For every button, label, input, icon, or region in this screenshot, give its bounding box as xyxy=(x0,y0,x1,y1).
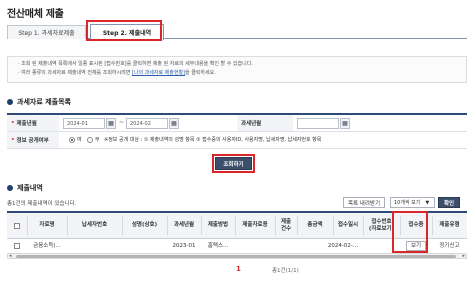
privacy-no-label: 부 xyxy=(95,137,100,143)
page-title: 전산매체 제출 xyxy=(7,9,64,20)
cell-type: 정기신고 xyxy=(439,242,460,249)
cell-count xyxy=(275,239,297,253)
header-method: 제출방법 xyxy=(207,222,229,228)
search-section-label: 과세자료 제출목록 xyxy=(17,98,71,106)
header-tax-period: 과세년월 xyxy=(173,222,195,228)
page-size-select[interactable]: 10개씩 보기 ▼ xyxy=(390,197,435,208)
horizontal-scrollbar[interactable]: ◂ ▸ xyxy=(7,253,467,259)
period-from-input[interactable]: 2024-01 xyxy=(63,118,105,129)
tab-step1[interactable]: Step 1. 과세자료제출 xyxy=(7,25,86,39)
search-section-title: 과세자료 제출목록 xyxy=(7,97,71,107)
header-received-at: 접수일시 xyxy=(337,222,359,228)
receipt-column-highlight xyxy=(392,211,428,253)
cell-method: 홈택스... xyxy=(207,242,229,249)
cell-target xyxy=(235,239,275,253)
row-checkbox-cell xyxy=(7,239,27,253)
header-amount: 총금액 xyxy=(307,222,323,228)
search-button-highlight xyxy=(212,154,255,173)
chevron-down-icon: ▼ xyxy=(425,199,430,206)
period-to-input[interactable]: 2024-02 xyxy=(126,118,168,129)
cell-received-at: 2024-02-... xyxy=(327,242,359,249)
download-list-button[interactable]: 목록 내려받기 xyxy=(343,197,385,208)
header-type: 제출유형 xyxy=(439,222,460,228)
notice-line-2: · 여러 종류의 과세자료 제출내역 전체를 조회하시려면 [나의 과세자료 제… xyxy=(18,69,456,78)
scroll-left-icon[interactable]: ◂ xyxy=(9,253,12,259)
my-submission-status-link[interactable]: [나의 과세자료 제출현황] xyxy=(132,70,185,76)
cell-person xyxy=(122,239,167,253)
notice-line-2-prefix: · 여러 종류의 과세자료 제출내역 전체를 조회하시려면 xyxy=(18,70,132,76)
calendar-icon[interactable]: ▦ xyxy=(169,118,179,129)
confirm-button[interactable]: 확인 xyxy=(438,197,460,208)
header-taxpayer-no: 납세자번호 xyxy=(81,222,108,228)
list-section-title: 제출내역 xyxy=(7,183,43,193)
privacy-yes-radio[interactable] xyxy=(69,137,75,143)
header-person: 성명(상호) xyxy=(131,222,158,228)
total-count-text: 총1건의 제출내역이 있습니다. xyxy=(7,201,77,207)
privacy-yes-label: 여 xyxy=(77,137,82,143)
privacy-label: • 정보 공개여부 xyxy=(7,132,59,148)
list-section-label: 제출내역 xyxy=(17,184,43,192)
privacy-no-radio[interactable] xyxy=(87,137,93,143)
header-count: 제출 건수 xyxy=(280,218,292,232)
form-row-privacy: • 정보 공개여부 여 부 ※정보 공개 대상 : ① 제출내역의 성명 항목 ②… xyxy=(7,132,467,149)
pagination-count: 총1건(1/1) xyxy=(272,268,299,274)
select-all-checkbox[interactable] xyxy=(14,222,20,229)
scroll-right-icon[interactable]: ▸ xyxy=(462,253,465,259)
page-size-value: 10개씩 보기 xyxy=(394,200,421,206)
row-checkbox[interactable] xyxy=(14,243,20,249)
tab-step2-highlight xyxy=(86,20,162,41)
header-target: 제출자료용 xyxy=(242,222,268,228)
notice-line-2-suffix: 을 클릭하세요. xyxy=(185,70,216,76)
submit-period-label: • 제출년월 xyxy=(7,115,59,131)
form-row-period: • 제출년월 2024-01 ▦ ~ 2024-02 ▦ 과세년월 ▦ xyxy=(7,115,467,132)
cell-name: 금융소득(... xyxy=(33,242,61,249)
header-name: 자료명 xyxy=(39,222,55,228)
pagination-current[interactable]: 1 xyxy=(236,265,241,273)
calendar-icon[interactable]: ▦ xyxy=(340,118,350,129)
notice-box: · 조회 된 제출내역 목록에서 일종 표시된 [접수번호]를 클릭하면 제출 … xyxy=(7,56,467,83)
cell-taxpayer-no xyxy=(67,239,122,253)
scrollbar-thumb[interactable] xyxy=(16,255,456,258)
section-bullet-icon xyxy=(7,99,13,105)
privacy-description: ※정보 공개 대상 : ① 제출내역의 성명 항목 ② 접수증의 사용자ID, … xyxy=(104,137,322,143)
header-checkbox-cell xyxy=(7,213,27,238)
cell-tax-period: 2023-01 xyxy=(172,242,196,249)
calendar-icon[interactable]: ▦ xyxy=(106,118,116,129)
search-form: • 제출년월 2024-01 ▦ ~ 2024-02 ▦ 과세년월 ▦ • 정보 공… xyxy=(7,113,467,149)
step-tabs: Step 1. 과세자료제출 Step 2. 제출내역 xyxy=(7,22,467,40)
tax-period-input[interactable] xyxy=(297,118,339,129)
section-bullet-icon xyxy=(7,185,13,191)
tax-period-label: 과세년월 xyxy=(237,115,293,131)
notice-line-1: · 조회 된 제출내역 목록에서 일종 표시된 [접수번호]를 클릭하면 제출 … xyxy=(18,61,253,67)
